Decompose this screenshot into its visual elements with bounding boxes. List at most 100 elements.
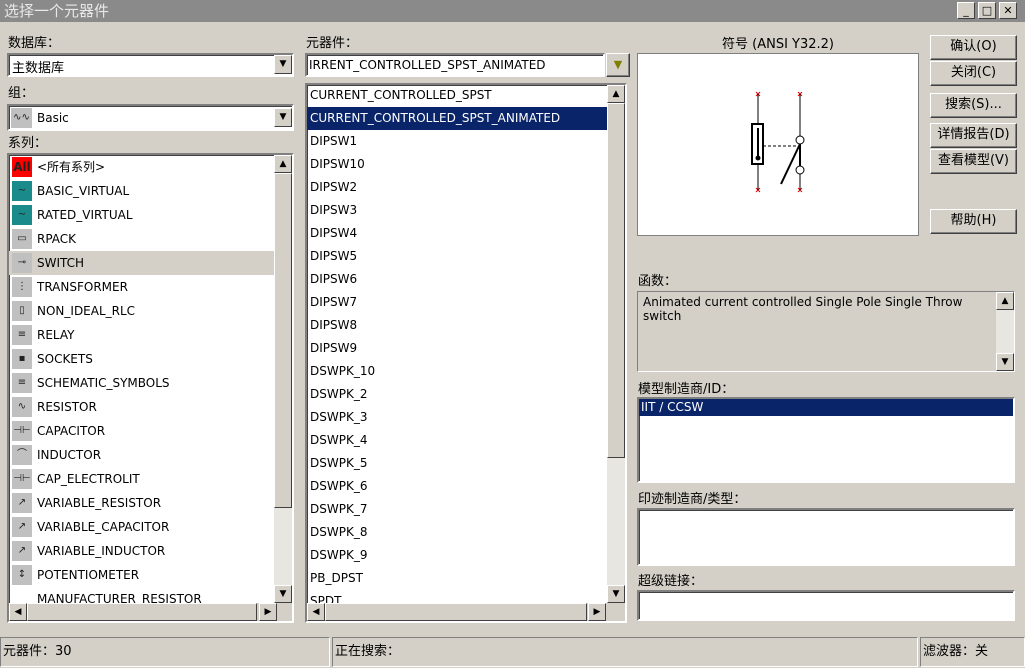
component-item[interactable]: DIPSW8 (307, 314, 607, 337)
hyperlink-label: 超级链接： (638, 574, 704, 589)
component-item[interactable]: DSWPK_6 (307, 475, 607, 498)
ok-button[interactable]: 确认(O) (930, 35, 1017, 60)
series-item[interactable]: ↗ VARIABLE_INDUCTOR (9, 539, 274, 563)
group-label: 组： (8, 86, 35, 101)
scroll-thumb[interactable] (607, 103, 625, 458)
group-select[interactable]: ∿∿ Basic ▼ (7, 104, 294, 131)
window-title: 选择一个元器件 (4, 2, 110, 20)
model-item[interactable]: IIT / CCSW (639, 399, 1013, 416)
series-item[interactable]: ⌒ INDUCTOR (9, 443, 274, 467)
series-label: RPACK (37, 232, 77, 246)
chevron-down-icon[interactable]: ▼ (274, 55, 292, 74)
scroll-left-arrow[interactable]: ◀ (9, 603, 27, 621)
chevron-down-icon[interactable]: ▼ (274, 108, 292, 127)
hyperlink-field[interactable] (637, 590, 1015, 621)
series-item[interactable]: ▪ SOCKETS (9, 347, 274, 371)
scroll-thumb[interactable] (325, 603, 587, 621)
component-item[interactable]: DSWPK_7 (307, 498, 607, 521)
component-item[interactable]: DSWPK_10 (307, 360, 607, 383)
scroll-left-arrow[interactable]: ◀ (307, 603, 325, 621)
close-button[interactable]: 关闭(C) (930, 61, 1017, 86)
component-item[interactable]: DSWPK_8 (307, 521, 607, 544)
series-icon: ∿ (12, 397, 32, 417)
component-item[interactable]: DIPSW1 (307, 130, 607, 153)
search-button[interactable]: 搜索(S)... (930, 93, 1017, 118)
component-item[interactable]: DSWPK_5 (307, 452, 607, 475)
component-item[interactable]: DSWPK_2 (307, 383, 607, 406)
series-item[interactable]: ⊸ SWITCH (9, 251, 274, 275)
component-label: 元器件： (306, 36, 359, 51)
component-item[interactable]: DIPSW3 (307, 199, 607, 222)
component-item[interactable]: DSWPK_4 (307, 429, 607, 452)
component-vscrollbar[interactable]: ▲ ▼ (607, 85, 625, 603)
series-item[interactable]: ≡ SCHEMATIC_SYMBOLS (9, 371, 274, 395)
component-item[interactable]: DSWPK_9 (307, 544, 607, 567)
component-item[interactable]: CURRENT_CONTROLLED_SPST (307, 85, 607, 107)
scroll-right-arrow[interactable]: ▶ (588, 603, 606, 621)
component-hscrollbar[interactable]: ◀ ▶ (307, 603, 625, 621)
close-window-button[interactable]: ✕ (999, 2, 1017, 19)
scroll-down-arrow[interactable]: ▼ (274, 585, 292, 603)
series-item[interactable]: ↗ VARIABLE_RESISTOR (9, 491, 274, 515)
series-icon: ↕ (12, 565, 32, 585)
series-list[interactable]: All <所有系列> ~ BASIC_VIRTUAL ~ RATED_VIRTUAL ▭ RP… (7, 153, 294, 623)
status-filter: 滤波器：关 (920, 637, 1025, 667)
series-hscrollbar[interactable]: ◀ ▶ (9, 603, 292, 621)
footprint-list[interactable] (637, 508, 1015, 566)
scroll-right-arrow[interactable]: ▶ (259, 603, 277, 621)
symbol-preview (637, 53, 919, 236)
series-icon: All (12, 157, 32, 177)
series-item[interactable]: ↕ POTENTIOMETER (9, 563, 274, 587)
series-item[interactable]: ≡ RELAY (9, 323, 274, 347)
series-label: SWITCH (37, 256, 85, 270)
component-item[interactable]: DIPSW7 (307, 291, 607, 314)
series-item[interactable]: ~ BASIC_VIRTUAL (9, 179, 274, 203)
scroll-thumb[interactable] (27, 603, 257, 621)
series-item[interactable]: ▭ RPACK (9, 227, 274, 251)
series-icon: ↗ (12, 517, 32, 537)
series-item[interactable]: ↗ VARIABLE_CAPACITOR (9, 515, 274, 539)
component-item[interactable]: DIPSW2 (307, 176, 607, 199)
group-value: Basic (37, 111, 69, 125)
scroll-up-arrow[interactable]: ▲ (607, 85, 625, 103)
series-item[interactable]: All <所有系列> (9, 155, 274, 179)
help-button[interactable]: 帮助(H) (930, 209, 1017, 234)
scroll-up-arrow[interactable]: ▲ (274, 155, 292, 173)
series-item[interactable]: ⊣⊢ CAP_ELECTROLIT (9, 467, 274, 491)
filter-icon[interactable]: ▼ (606, 53, 630, 77)
component-item[interactable]: DIPSW6 (307, 268, 607, 291)
component-item[interactable]: CURRENT_CONTROLLED_SPST_ANIMATED (307, 107, 607, 130)
series-icon: ⌒ (12, 445, 32, 465)
component-item[interactable]: DIPSW5 (307, 245, 607, 268)
model-list[interactable]: IIT / CCSW (637, 397, 1015, 483)
function-vscrollbar[interactable]: ▲ ▼ (996, 292, 1014, 371)
series-label: VARIABLE_RESISTOR (37, 496, 162, 510)
database-select[interactable]: 主数据库 ▼ (7, 53, 294, 77)
scroll-thumb[interactable] (274, 173, 292, 508)
maximize-button[interactable]: □ (978, 2, 996, 19)
component-item[interactable]: PB_DPST (307, 567, 607, 590)
series-item[interactable]: ▯ NON_IDEAL_RLC (9, 299, 274, 323)
series-vscrollbar[interactable]: ▲ ▼ (274, 155, 292, 603)
component-item[interactable]: DIPSW9 (307, 337, 607, 360)
series-icon: ▭ (12, 229, 32, 249)
view-model-button[interactable]: 查看模型(V) (930, 149, 1017, 174)
series-item[interactable]: ⊣⊢ CAPACITOR (9, 419, 274, 443)
series-item[interactable]: ⋮ TRANSFORMER (9, 275, 274, 299)
minimize-button[interactable]: _ (957, 2, 975, 19)
component-item[interactable]: DSWPK_3 (307, 406, 607, 429)
component-list[interactable]: CURRENT_CONTROLLED_SPST CURRENT_CONTROLLE… (305, 83, 627, 623)
resistor-wave-icon: ∿∿ (11, 108, 32, 128)
series-label: INDUCTOR (37, 448, 102, 462)
scroll-up-arrow[interactable]: ▲ (996, 292, 1014, 310)
series-item[interactable]: ~ RATED_VIRTUAL (9, 203, 274, 227)
detail-report-button[interactable]: 详情报告(D) (930, 123, 1017, 148)
series-icon: ↗ (12, 541, 32, 561)
series-icon: ⊸ (12, 253, 32, 273)
scroll-down-arrow[interactable]: ▼ (607, 585, 625, 603)
component-item[interactable]: DIPSW4 (307, 222, 607, 245)
component-item[interactable]: DIPSW10 (307, 153, 607, 176)
series-item[interactable]: ∿ RESISTOR (9, 395, 274, 419)
component-input[interactable]: IRRENT_CONTROLLED_SPST_ANIMATED (305, 53, 605, 77)
scroll-down-arrow[interactable]: ▼ (996, 353, 1014, 371)
